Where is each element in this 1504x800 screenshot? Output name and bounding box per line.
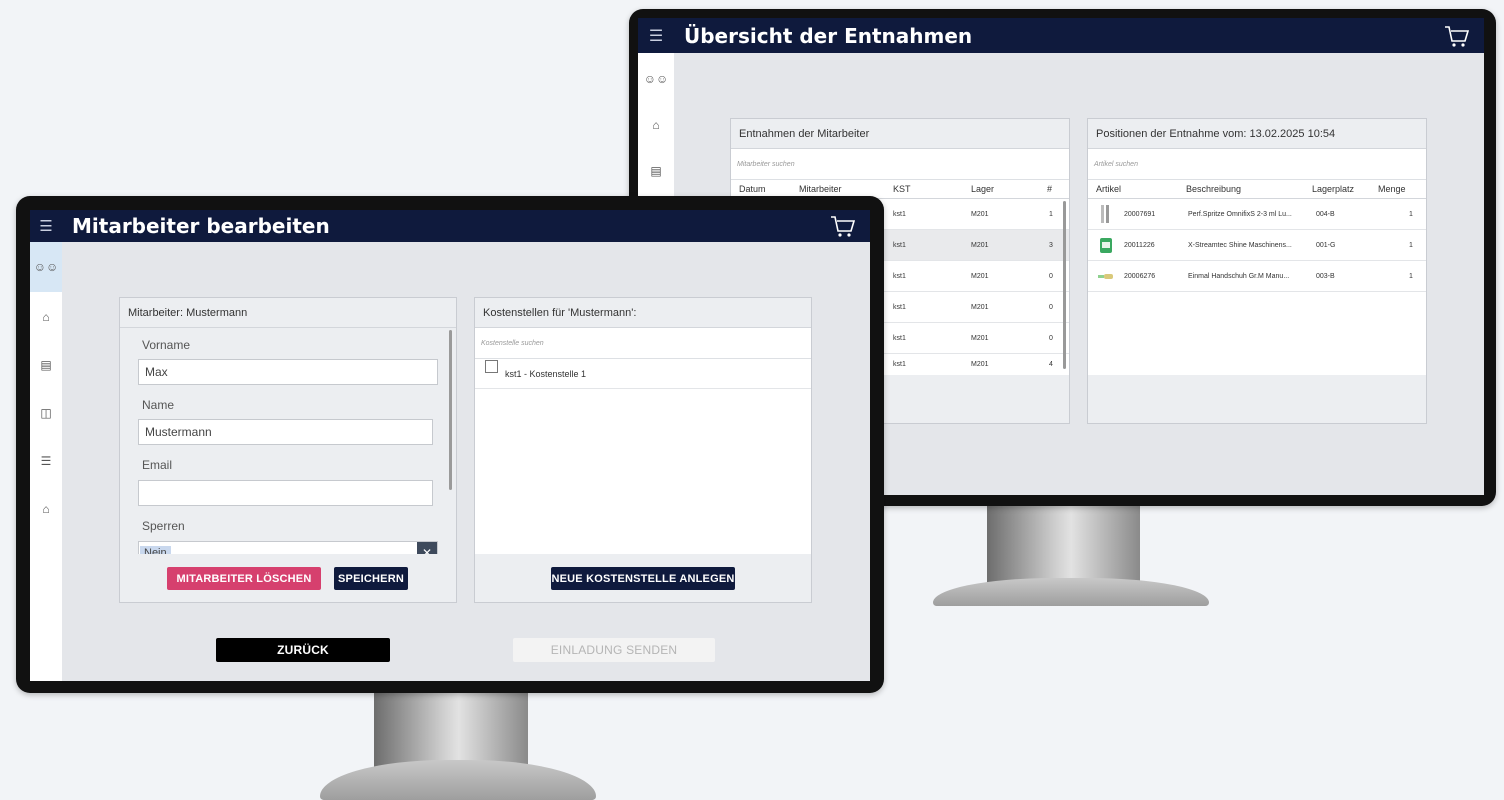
vorname-input[interactable]: Max bbox=[138, 359, 438, 385]
row-count: 3 bbox=[1049, 241, 1053, 249]
delete-employee-button[interactable]: MITARBEITER LÖSCHEN bbox=[167, 567, 321, 590]
sperren-select[interactable]: Nein ✕ bbox=[138, 541, 438, 554]
row-count: 0 bbox=[1049, 334, 1053, 342]
front-monitor: ☰ Mitarbeiter bearbeiten ☺☺ ⌂ ▤ ◫ ☰ ⌂ Mi… bbox=[16, 196, 884, 693]
sperren-label: Sperren bbox=[142, 519, 185, 533]
new-cost-center-button[interactable]: NEUE KOSTENSTELLE ANLEGEN bbox=[551, 567, 735, 590]
warehouse-icon[interactable]: ⌂ bbox=[638, 107, 674, 143]
panel-footer: MITARBEITER LÖSCHEN SPEICHERN bbox=[120, 554, 456, 602]
panel-footer: NEUE KOSTENSTELLE ANLEGEN bbox=[475, 554, 811, 602]
row-menge: 1 bbox=[1409, 272, 1413, 280]
row-count: 1 bbox=[1049, 210, 1053, 218]
name-label: Name bbox=[142, 398, 175, 412]
cart-icon[interactable] bbox=[1444, 18, 1470, 53]
menu-icon[interactable]: ☰ bbox=[30, 210, 62, 242]
row-lager: M201 bbox=[971, 241, 989, 249]
col-beschreibung: Beschreibung bbox=[1186, 184, 1242, 194]
row-artikel: 20011226 bbox=[1124, 241, 1155, 249]
row-kst: kst1 bbox=[893, 360, 906, 368]
row-kst: kst1 bbox=[893, 334, 906, 342]
row-count: 4 bbox=[1049, 360, 1053, 368]
email-input[interactable] bbox=[138, 480, 433, 506]
row-menge: 1 bbox=[1409, 241, 1413, 249]
archive-icon[interactable]: ▤ bbox=[638, 153, 674, 189]
row-kst: kst1 bbox=[893, 303, 906, 311]
glove-icon bbox=[1098, 261, 1114, 291]
row-count: 0 bbox=[1049, 303, 1053, 311]
panel-title: Entnahmen der Mitarbeiter bbox=[731, 119, 1069, 149]
chevron-down-icon[interactable]: ✕ bbox=[417, 542, 437, 554]
row-count: 0 bbox=[1049, 272, 1053, 280]
sidebar: ☺☺ ⌂ ▤ ◫ ☰ ⌂ bbox=[30, 242, 62, 681]
sperren-value: Nein bbox=[140, 546, 171, 554]
page-title: Übersicht der Entnahmen bbox=[684, 23, 973, 48]
detergent-icon bbox=[1099, 230, 1113, 260]
col-artikel: Artikel bbox=[1096, 184, 1122, 194]
email-label: Email bbox=[142, 458, 173, 472]
row-menge: 1 bbox=[1409, 210, 1413, 218]
row-lagerplatz: 004-B bbox=[1316, 210, 1335, 218]
row-lager: M201 bbox=[971, 272, 989, 280]
list-item[interactable]: kst1 - Kostenstelle 1 bbox=[475, 360, 811, 389]
cart-nav-icon[interactable]: ⌂ bbox=[30, 486, 62, 532]
table-row[interactable]: 20007691 Perf.Spritze OmnifixS 2-3 ml Lu… bbox=[1088, 199, 1426, 230]
warehouse-icon[interactable]: ⌂ bbox=[30, 294, 62, 340]
row-lager: M201 bbox=[971, 334, 989, 342]
document-icon[interactable]: ◫ bbox=[30, 390, 62, 436]
col-kst: KST bbox=[893, 184, 911, 194]
list-icon[interactable]: ☰ bbox=[30, 438, 62, 484]
row-beschreibung: Perf.Spritze OmnifixS 2-3 ml Lu... bbox=[1188, 210, 1292, 218]
row-lager: M201 bbox=[971, 210, 989, 218]
panel-footer bbox=[1088, 375, 1426, 423]
col-lager: Lager bbox=[971, 184, 995, 194]
row-beschreibung: Einmal Handschuh Gr.M Manu... bbox=[1188, 272, 1290, 280]
col-count: # bbox=[1047, 184, 1053, 194]
cost-center-search-input[interactable]: Kostenstelle suchen bbox=[475, 328, 811, 359]
row-artikel: 20006276 bbox=[1124, 272, 1156, 280]
users-icon[interactable]: ☺☺ bbox=[30, 242, 62, 292]
page-title: Mitarbeiter bearbeiten bbox=[72, 214, 330, 238]
row-kst: kst1 bbox=[893, 272, 906, 280]
employee-search-input[interactable]: Mitarbeiter suchen bbox=[731, 149, 1069, 180]
users-icon[interactable]: ☺☺ bbox=[638, 61, 674, 97]
vorname-label: Vorname bbox=[142, 338, 191, 352]
cost-center-panel: Kostenstellen für 'Mustermann': Kostenst… bbox=[474, 297, 812, 603]
col-lagerplatz: Lagerplatz bbox=[1312, 184, 1355, 194]
send-invitation-button: EINLADUNG SENDEN bbox=[513, 638, 715, 662]
table-row[interactable]: 20011226 X-Streamtec Shine Maschinens...… bbox=[1088, 230, 1426, 261]
cart-icon[interactable] bbox=[830, 210, 856, 242]
save-button[interactable]: SPEICHERN bbox=[334, 567, 408, 590]
panel-title: Mitarbeiter: Mustermann bbox=[120, 298, 456, 328]
menu-icon[interactable]: ☰ bbox=[638, 18, 674, 53]
archive-icon[interactable]: ▤ bbox=[30, 342, 62, 388]
form-area: Vorname Max Name Mustermann Email Sperre… bbox=[120, 328, 456, 554]
cost-center-label: kst1 - Kostenstelle 1 bbox=[505, 369, 587, 379]
row-lagerplatz: 003-B bbox=[1316, 272, 1335, 280]
row-lager: M201 bbox=[971, 303, 989, 311]
row-beschreibung: X-Streamtec Shine Maschinens... bbox=[1188, 241, 1292, 249]
panel-title: Positionen der Entnahme vom: 13.02.2025 … bbox=[1088, 119, 1426, 149]
row-kst: kst1 bbox=[893, 210, 906, 218]
back-button[interactable]: ZURÜCK bbox=[216, 638, 390, 662]
positions-panel: Positionen der Entnahme vom: 13.02.2025 … bbox=[1087, 118, 1427, 424]
row-kst: kst1 bbox=[893, 241, 906, 249]
scrollbar[interactable] bbox=[449, 330, 452, 490]
table-header: Artikel Beschreibung Lagerplatz Menge bbox=[1088, 180, 1426, 199]
article-search-input[interactable]: Artikel suchen bbox=[1088, 149, 1426, 180]
panel-title: Kostenstellen für 'Mustermann': bbox=[475, 298, 811, 328]
name-input[interactable]: Mustermann bbox=[138, 419, 433, 445]
table-row[interactable]: 20006276 Einmal Handschuh Gr.M Manu... 0… bbox=[1088, 261, 1426, 292]
row-artikel: 20007691 bbox=[1124, 210, 1156, 218]
scrollbar[interactable] bbox=[1063, 201, 1066, 369]
syringe-icon bbox=[1100, 199, 1110, 229]
employee-panel: Mitarbeiter: Mustermann Vorname Max Name… bbox=[119, 297, 457, 603]
row-lager: M201 bbox=[971, 360, 989, 368]
row-lagerplatz: 001-G bbox=[1316, 241, 1336, 249]
col-menge: Menge bbox=[1378, 184, 1406, 194]
